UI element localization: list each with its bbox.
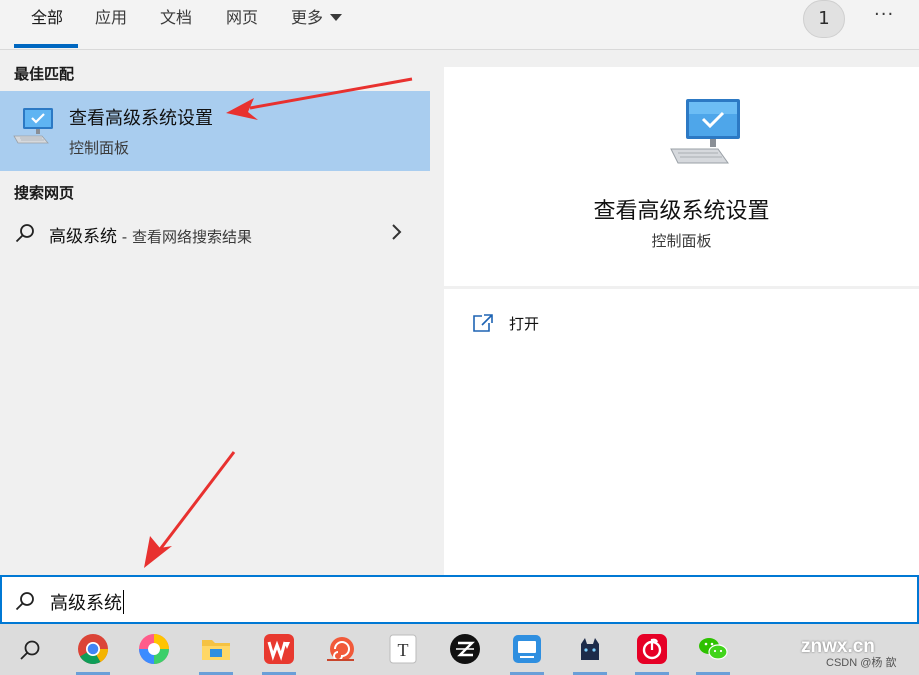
svg-text:T: T: [398, 640, 409, 660]
search-input-value: 高级系统: [50, 593, 122, 614]
best-match-result[interactable]: 查看高级系统设置 控制面板: [0, 91, 430, 171]
tab-all-label: 全部: [31, 8, 64, 27]
search-icon[interactable]: [18, 638, 42, 662]
best-match-heading: 最佳匹配: [14, 65, 75, 83]
tab-apps[interactable]: 应用: [95, 0, 127, 50]
tab-more-label: 更多: [291, 8, 324, 27]
tab-apps-label: 应用: [95, 8, 128, 27]
best-match-title: 查看高级系统设置: [69, 108, 213, 129]
active-tab-indicator: [14, 44, 78, 48]
snail-app-icon[interactable]: [324, 632, 358, 666]
zhihu-icon[interactable]: [448, 632, 482, 666]
rewards-badge[interactable]: 1: [803, 0, 845, 38]
search-input[interactable]: 高级系统: [50, 589, 124, 615]
cat-app-icon[interactable]: [573, 632, 607, 666]
taskbar: T: [0, 624, 919, 675]
photos-icon[interactable]: [137, 632, 171, 666]
chevron-down-icon: [330, 14, 343, 21]
web-search-text: 高级系统 - 查看网络搜索结果: [49, 222, 252, 247]
chevron-right-icon[interactable]: [389, 223, 403, 241]
computer-settings-icon: [13, 108, 53, 144]
tab-all[interactable]: 全部: [31, 0, 63, 50]
netease-music-icon[interactable]: [635, 632, 669, 666]
detail-title: 查看高级系统设置: [593, 199, 770, 224]
web-search-suffix: - 查看网络搜索结果: [117, 228, 252, 246]
computer-settings-icon: [670, 99, 740, 164]
wechat-icon[interactable]: [696, 632, 730, 666]
chrome-icon[interactable]: [76, 632, 110, 666]
more-options-icon[interactable]: ···: [874, 4, 894, 25]
tab-more[interactable]: 更多: [291, 0, 343, 50]
typora-icon[interactable]: T: [386, 632, 420, 666]
file-explorer-icon[interactable]: [199, 632, 233, 666]
detail-actions-card: 打开: [444, 289, 919, 575]
tab-web[interactable]: 网页: [226, 0, 258, 50]
wps-office-icon[interactable]: [262, 632, 296, 666]
web-search-heading: 搜索网页: [14, 184, 75, 202]
search-input-box[interactable]: 高级系统: [0, 575, 919, 624]
detail-header-card: 查看高级系统设置 控制面板: [444, 67, 919, 286]
web-search-query: 高级系统: [49, 227, 117, 247]
tab-documents-label: 文档: [160, 8, 193, 27]
search-tabs-bar: 全部 应用 文档 网页 更多 1 ···: [0, 0, 919, 50]
screen-app-icon[interactable]: [510, 632, 544, 666]
web-search-result[interactable]: 高级系统 - 查看网络搜索结果: [0, 211, 430, 257]
results-pane: 最佳匹配 查看高级系统设置 控制面板 搜索网页 高级系统 - 查看网络搜索结果: [0, 51, 430, 575]
text-caret: [123, 590, 124, 614]
best-match-subtitle: 控制面板: [69, 139, 130, 157]
watermark-credit: CSDN @杨 歆: [826, 657, 897, 669]
search-icon: [15, 592, 34, 611]
tab-web-label: 网页: [226, 8, 259, 27]
search-icon: [15, 224, 34, 243]
tab-documents[interactable]: 文档: [160, 0, 192, 50]
detail-subtitle: 控制面板: [651, 232, 712, 250]
open-external-icon: [473, 314, 493, 332]
open-action-label: 打开: [509, 315, 540, 333]
